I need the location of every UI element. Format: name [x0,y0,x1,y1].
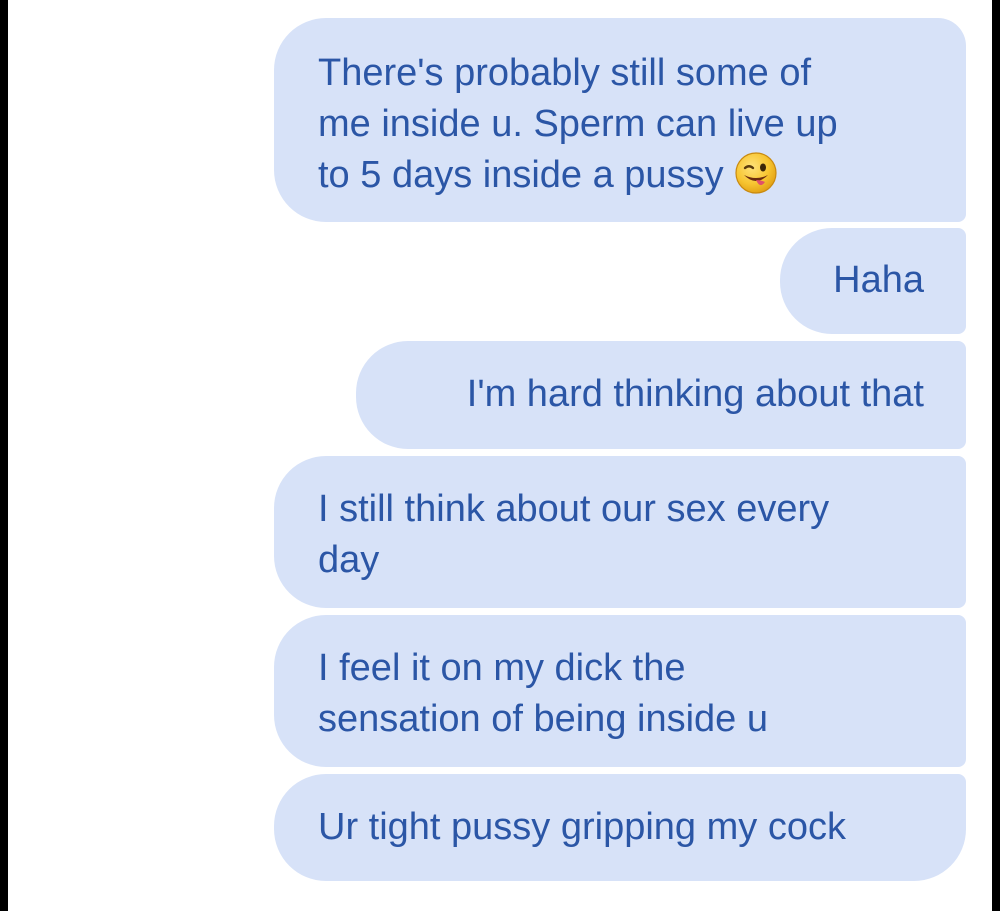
chat-screen: There's probably still some of me inside… [8,0,992,911]
message-bubble[interactable]: I still think about our sex every day [274,456,966,608]
message-text: There's probably still some of me inside… [318,48,926,201]
message-bubble[interactable]: I'm hard thinking about that [356,341,966,449]
message-text: I still think about our sex every day [318,488,830,581]
message-thread[interactable]: There's probably still some of me inside… [8,0,992,911]
message-bubble[interactable]: There's probably still some of me inside… [274,18,966,222]
message-bubble[interactable]: Ur tight pussy gripping my cock [274,774,966,881]
message-bubble[interactable]: I feel it on my dick the sensation of be… [274,615,966,767]
message-text: I feel it on my dick the sensation of be… [318,647,768,740]
message-text: Ur tight pussy gripping my cock [318,806,846,848]
message-text: Haha [833,259,924,301]
winking-face-with-tongue-icon [734,151,778,195]
message-bubble[interactable]: Haha [780,228,966,334]
message-text: I'm hard thinking about that [466,373,924,415]
